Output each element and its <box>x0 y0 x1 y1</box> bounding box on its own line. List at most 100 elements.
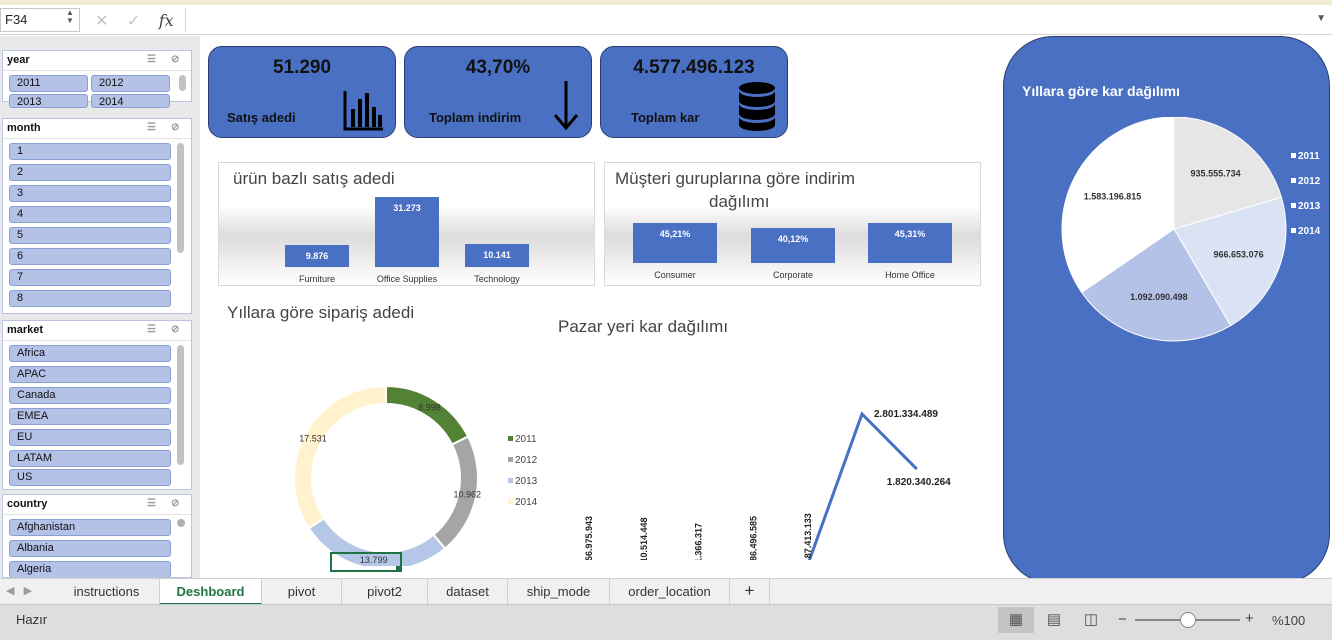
chevron-left-icon[interactable]: ◀ <box>6 585 14 597</box>
bar-consumer[interactable]: 45,21% <box>633 223 717 263</box>
selected-cell[interactable] <box>330 552 402 572</box>
slicer-item-albania[interactable]: Albania <box>9 540 171 557</box>
fill-handle[interactable] <box>396 566 402 572</box>
slicer-item-2012[interactable]: 2012 <box>91 75 170 92</box>
slicer-item-2013[interactable]: 2013 <box>9 94 88 108</box>
chart-title-orders: Yıllara göre sipariş adedi <box>227 303 415 322</box>
donut-chart-orders: 8.99810.96213.79917.531 2011201220132014 <box>293 384 538 566</box>
slicer-item-month-3[interactable]: 3 <box>9 185 171 202</box>
kpi-card-sales: 51.290 Satış adedi <box>208 46 396 138</box>
tab-deshboard[interactable]: Deshboard <box>160 579 262 605</box>
name-box-spinner-icon[interactable]: ▲ ▼ <box>66 9 74 25</box>
slicer-item-2014[interactable]: 2014 <box>91 94 170 108</box>
down-arrow-icon <box>553 81 579 131</box>
tab-pivot[interactable]: pivot <box>262 579 342 605</box>
kpi-value: 43,70% <box>465 57 531 78</box>
cancel-icon[interactable]: ✕ <box>95 13 108 30</box>
tab-order-location[interactable]: order_location <box>610 579 730 605</box>
chart-product-sales: ürün bazlı satış adedi 9.876 Furniture 31.… <box>218 162 595 286</box>
data-label: 10.962 <box>454 490 482 500</box>
slicer-item-month-2[interactable]: 2 <box>9 164 171 181</box>
slicer-item-month-7[interactable]: 7 <box>9 269 171 286</box>
page-break-icon[interactable]: ◫ <box>1073 607 1109 633</box>
slicer-scrollbar[interactable] <box>177 519 185 527</box>
tab-ship-mode[interactable]: ship_mode <box>508 579 610 605</box>
slicer-item-algeria[interactable]: Algeria <box>9 561 171 577</box>
add-sheet-button[interactable]: + <box>730 579 770 605</box>
legend-swatch <box>1291 228 1296 233</box>
legend-swatch <box>1291 203 1296 208</box>
slicer-item-month-5[interactable]: 5 <box>9 227 171 244</box>
data-label: 9.876 <box>305 250 329 261</box>
bar-furniture[interactable]: 9.876 <box>285 244 349 267</box>
slicer-item-canada[interactable]: Canada <box>9 387 171 404</box>
zoom-out-icon[interactable]: − <box>1118 611 1127 628</box>
legend-swatch <box>1291 178 1296 183</box>
kpi-label: Toplam indirim <box>429 110 522 125</box>
tab-pivot2[interactable]: pivot2 <box>342 579 428 605</box>
slicer-item-latam[interactable]: LATAM <box>9 450 171 467</box>
multi-select-icon[interactable]: ☰ <box>147 324 156 335</box>
slicer-item-month-8[interactable]: 8 <box>9 290 171 307</box>
function-icon[interactable]: fx <box>159 11 174 30</box>
category-label: Office Supplies <box>376 274 438 284</box>
data-label: 45,21% <box>659 229 691 240</box>
normal-view-icon[interactable]: ▦ <box>998 607 1034 633</box>
status-bar: Hazır ▦ ▤ ◫ − + %100 <box>0 604 1332 640</box>
clear-filter-icon[interactable]: ⊘ <box>171 498 179 509</box>
bar-technology[interactable]: 10.141 <box>465 244 529 267</box>
slicer-item-apac[interactable]: APAC <box>9 366 171 383</box>
data-label: 1.820.340.264 <box>887 477 951 488</box>
legend-label: 2014 <box>515 497 538 508</box>
slicer-item-eu[interactable]: EU <box>9 429 171 446</box>
formula-input[interactable] <box>185 8 1315 32</box>
data-label: -86.496.585 <box>748 516 758 560</box>
kpi-value: 4.577.496.123 <box>633 57 755 78</box>
tab-scroll-arrows[interactable]: ◀ ▶ <box>6 584 32 597</box>
slicer-header: market ☰ ⊘ <box>3 321 191 341</box>
zoom-level[interactable]: %100 <box>1272 613 1305 628</box>
slicer-column: year ☰ ⊘ 2011 2012 2013 2014 month ☰ ⊘ 1… <box>0 36 200 578</box>
tab-dataset[interactable]: dataset <box>428 579 508 605</box>
slicer-item-afghanistan[interactable]: Afghanistan <box>9 519 171 536</box>
donut-slice-2014[interactable] <box>293 384 387 530</box>
zoom-in-icon[interactable]: + <box>1245 610 1254 627</box>
clear-filter-icon[interactable]: ⊘ <box>171 122 179 133</box>
bar-office-supplies[interactable]: 31.273 <box>375 197 439 267</box>
slicer-scrollbar[interactable] <box>177 143 184 253</box>
chevron-down-icon[interactable]: ▼ <box>1316 13 1326 24</box>
sheet-tabs: ◀ ▶ instructions Deshboard pivot pivot2 … <box>0 578 1332 605</box>
tab-instructions[interactable]: instructions <box>54 579 160 605</box>
bar-home-office[interactable]: 45,31% <box>868 223 952 263</box>
slicer-item-us[interactable]: US <box>9 469 171 486</box>
clear-filter-icon[interactable]: ⊘ <box>171 54 179 65</box>
slicer-item-emea[interactable]: EMEA <box>9 408 171 425</box>
legend-swatch <box>508 457 513 462</box>
slicer-header: month ☰ ⊘ <box>3 119 191 139</box>
chevron-right-icon[interactable]: ▶ <box>24 585 32 597</box>
multi-select-icon[interactable]: ☰ <box>147 498 156 509</box>
multi-select-icon[interactable]: ☰ <box>147 54 156 65</box>
legend-label: 2011 <box>1298 151 1320 162</box>
data-label: 2.801.334.489 <box>874 409 938 420</box>
zoom-slider-thumb[interactable] <box>1180 612 1196 628</box>
kpi-card-profit: 4.577.496.123 Toplam kar <box>600 46 788 138</box>
slicer-scrollbar[interactable] <box>179 75 186 91</box>
data-label: 966.653.076 <box>1214 250 1264 260</box>
multi-select-icon[interactable]: ☰ <box>147 122 156 133</box>
legend-label: 2014 <box>1298 226 1321 237</box>
slicer-item-month-4[interactable]: 4 <box>9 206 171 223</box>
slicer-item-month-6[interactable]: 6 <box>9 248 171 265</box>
slicer-market: market ☰ ⊘ Africa APAC Canada EMEA EU LA… <box>2 320 192 490</box>
slicer-item-africa[interactable]: Africa <box>9 345 171 362</box>
kpi-card-discount: 43,70% Toplam indirim <box>404 46 592 138</box>
slicer-item-month-1[interactable]: 1 <box>9 143 171 160</box>
bar-corporate[interactable]: 40,12% <box>751 227 835 263</box>
clear-filter-icon[interactable]: ⊘ <box>171 324 179 335</box>
confirm-icon[interactable]: ✓ <box>127 13 140 30</box>
slicer-scrollbar[interactable] <box>177 345 184 465</box>
donut-slice-2011[interactable] <box>385 384 470 446</box>
page-layout-icon[interactable]: ▤ <box>1036 607 1072 633</box>
slicer-item-2011[interactable]: 2011 <box>9 75 88 92</box>
line-chart-market-profit: AfricaAPACCanadaEMEAEULATAMUS-56.975.943… <box>584 409 951 560</box>
